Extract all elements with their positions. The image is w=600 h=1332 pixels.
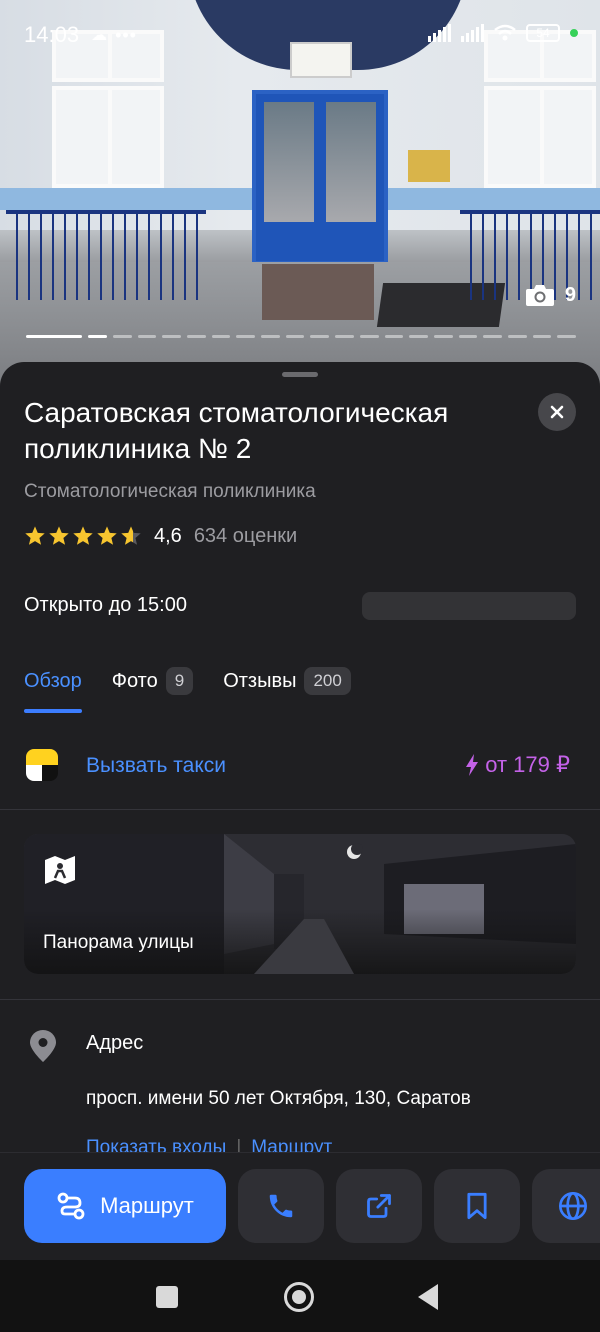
- star-icon: [73, 526, 93, 545]
- photo-pager: [26, 335, 577, 338]
- rating-stars: [24, 525, 142, 547]
- route-icon: [57, 1192, 85, 1220]
- location-pin-icon: [30, 1030, 56, 1062]
- tab-badge: 9: [165, 667, 194, 695]
- star-icon: [49, 526, 69, 545]
- place-photo[interactable]: 14:03 ☁ ••• 54 9: [0, 0, 600, 390]
- taxi-label: Вызвать такси: [86, 754, 226, 777]
- recents-button[interactable]: [156, 1286, 178, 1308]
- phone-icon: [269, 1194, 293, 1218]
- opening-hours[interactable]: Открыто до 15:00: [24, 594, 187, 617]
- photo-count-value: 9: [564, 283, 576, 306]
- status-right: 54: [428, 24, 578, 42]
- wifi-icon: [494, 24, 516, 41]
- doormat: [262, 264, 374, 320]
- address-value[interactable]: просп. имени 50 лет Октября, 130, Сарато…: [86, 1088, 471, 1110]
- window-left: [52, 86, 164, 188]
- signal-icon: [428, 24, 451, 42]
- globe-icon: [559, 1192, 587, 1220]
- system-navigation-bar: [0, 1260, 600, 1332]
- battery-icon: 54: [526, 24, 560, 42]
- signal-icon-2: [461, 24, 484, 42]
- call-button[interactable]: [238, 1169, 324, 1243]
- tab-label: Обзор: [24, 669, 82, 692]
- place-title: Саратовская стоматологическая поликлиник…: [24, 397, 449, 464]
- railing-left: [6, 210, 206, 300]
- lightning-icon: [466, 754, 479, 776]
- taxi-row[interactable]: Вызвать такси от 179 ₽: [0, 734, 600, 810]
- rating-row[interactable]: 4,6 634 оценки: [24, 522, 297, 550]
- status-dots: •••: [115, 24, 137, 45]
- photo-count[interactable]: 9: [525, 283, 576, 307]
- window-right: [484, 86, 596, 188]
- bookmark-icon: [467, 1192, 487, 1220]
- taxi-price: от 179 ₽: [465, 752, 570, 778]
- bookmark-button[interactable]: [434, 1169, 520, 1243]
- place-category: Стоматологическая поликлиника: [24, 481, 316, 502]
- close-button[interactable]: [538, 393, 576, 431]
- taxi-logo-icon: [26, 749, 58, 781]
- route-button[interactable]: Маршрут: [24, 1169, 226, 1243]
- hours-placeholder: [362, 592, 576, 620]
- tab-overview[interactable]: Обзор: [24, 665, 82, 713]
- cloud-icon: ☁: [91, 27, 108, 44]
- back-button[interactable]: [418, 1284, 438, 1310]
- status-time: 14:03: [24, 22, 80, 47]
- panorama-icon: [45, 856, 75, 884]
- camera-icon: [525, 285, 554, 306]
- rating-count: 634 оценки: [193, 524, 298, 547]
- rating-value: 4,6: [154, 524, 182, 547]
- panorama-label: Панорама улицы: [43, 932, 194, 953]
- route-button-label: Маршрут: [100, 1193, 194, 1218]
- address-label: Адрес: [86, 1032, 144, 1054]
- share-icon: [367, 1194, 391, 1218]
- tabs: Обзор Фото 9 Отзывы 200: [24, 665, 351, 713]
- share-button[interactable]: [336, 1169, 422, 1243]
- entrance-door: [252, 90, 388, 265]
- divider: [0, 999, 600, 1000]
- star-icon: [25, 526, 45, 545]
- home-button[interactable]: [284, 1282, 314, 1312]
- street-panorama-card[interactable]: Панорама улицы: [24, 834, 576, 974]
- action-bar: Маршрут: [0, 1152, 600, 1260]
- privacy-dot: [570, 29, 578, 37]
- sheet-grabber[interactable]: [282, 372, 318, 377]
- taxi-price-value: от 179 ₽: [485, 752, 570, 777]
- tab-reviews[interactable]: Отзывы 200: [223, 665, 351, 697]
- close-icon: [550, 405, 564, 419]
- star-icon: [97, 526, 117, 545]
- website-button[interactable]: [532, 1169, 600, 1243]
- plaque: [408, 150, 450, 182]
- tab-badge: 200: [304, 667, 351, 695]
- tab-label: Отзывы: [223, 669, 297, 692]
- star-icon: [121, 526, 141, 545]
- place-card: Саратовская стоматологическая поликлиник…: [0, 362, 600, 1262]
- tab-label: Фото: [111, 669, 158, 692]
- tab-photos[interactable]: Фото 9: [111, 665, 194, 697]
